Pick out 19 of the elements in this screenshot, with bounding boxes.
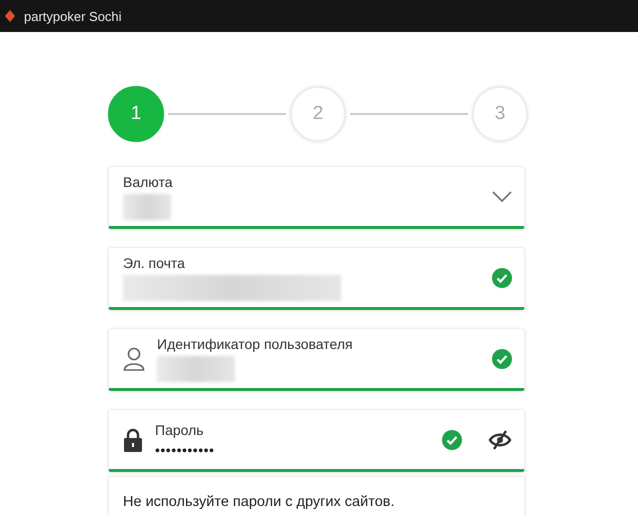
hint-text: Не используйте пароли с других сайтов.: [123, 494, 394, 510]
field-label: Эл. почта: [123, 254, 186, 270]
diamond-logo-icon: [5, 10, 15, 22]
check-icon: [492, 348, 512, 368]
person-icon: [123, 346, 145, 370]
input-field[interactable]: Идентификатор пользователя: [108, 328, 525, 391]
check-icon: [492, 268, 512, 288]
eye-slash-icon[interactable]: [488, 430, 512, 450]
window-title: partypoker Sochi: [24, 8, 122, 24]
currency-dropdown[interactable]: Валюта: [108, 166, 525, 229]
password-dots: •••••••••••: [155, 442, 216, 458]
chevron-down-icon: [492, 190, 512, 202]
field-label: Пароль: [155, 422, 205, 438]
check-icon: [442, 430, 462, 450]
field-label: Идентификатор пользователя: [157, 336, 354, 352]
input-field[interactable]: Пароль •••••••••••: [108, 409, 525, 472]
field-label: Валюта: [123, 174, 174, 190]
lock-icon: [123, 428, 143, 452]
input-field[interactable]: Эл. почта: [108, 247, 525, 310]
